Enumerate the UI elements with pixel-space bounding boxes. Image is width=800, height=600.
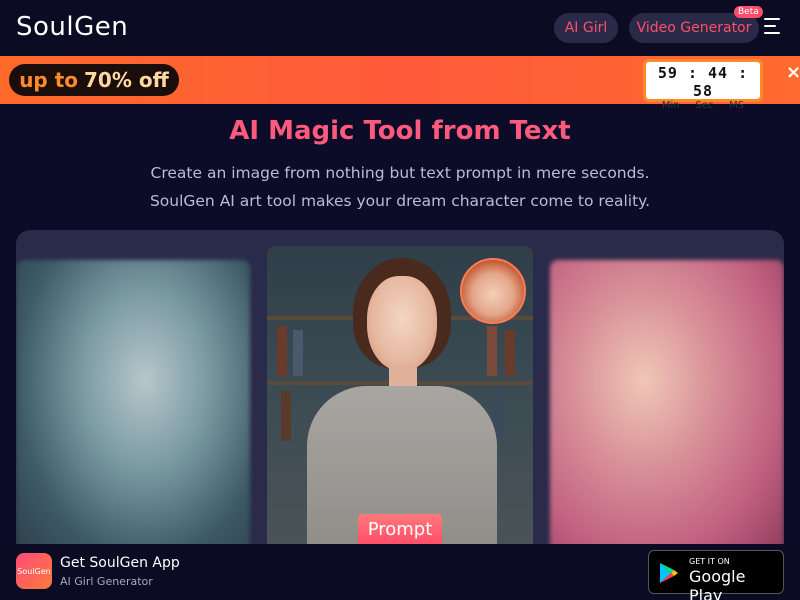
top-header: SoulGen AI Girl Video Generator Beta [0,0,800,56]
discount-percent: 70% off [84,68,169,92]
discount-prefix: up to [19,68,79,92]
gallery-image-center[interactable] [267,246,533,560]
google-play-button[interactable]: GET IT ON Google Play [648,550,784,600]
store-small-label: GET IT ON [689,557,730,566]
timer-labels: Min Sec MS [646,100,760,111]
app-title: Get SoulGen App [60,555,180,571]
google-play-icon [660,563,678,583]
soulgen-app-icon[interactable]: SoulGen [16,553,52,589]
book [487,326,497,376]
hero-subtitle-line1: Create an image from nothing but text pr… [150,164,650,182]
page: SoulGen AI Girl Video Generator Beta up … [0,0,800,600]
book [277,326,287,376]
gallery-image-left[interactable] [16,260,250,560]
gallery-image-right[interactable] [550,260,784,560]
timer-label-ms: MS [729,100,745,111]
timer-sep: : [687,64,698,82]
close-icon[interactable]: × [786,62,800,83]
book [293,330,303,376]
app-download-bar: SoulGen Get SoulGen App AI Girl Generato… [0,544,800,600]
timer-sep: : [738,64,749,82]
reference-avatar [460,258,526,324]
store-big-label: Google Play [689,567,746,600]
image-gallery: Prompt [16,230,784,560]
timer-label-sec: Sec [695,100,714,111]
discount-pill[interactable]: up to 70% off [9,64,179,96]
nav-ai-girl-button[interactable]: AI Girl [554,13,618,43]
timer-label-min: Min [661,100,680,111]
portrait-face [367,276,437,371]
timer-ms: 58 [692,82,714,100]
timer-sec: 44 [708,64,729,82]
book [281,391,291,441]
app-subtitle: AI Girl Generator [60,575,153,588]
timer-min: 59 [657,64,678,82]
prompt-button[interactable]: Prompt [358,514,442,544]
hamburger-menu-icon[interactable] [764,18,782,36]
promo-banner[interactable]: up to 70% off 59 : 44 : 58 Min Sec MS [0,56,800,111]
timer-values: 59 : 44 : 58 [646,64,760,100]
hero-subtitle-line2: SoulGen AI art tool makes your dream cha… [149,192,651,210]
countdown-timer: 59 : 44 : 58 Min Sec MS [643,59,763,111]
beta-badge: Beta [734,6,763,18]
soulgen-logo[interactable]: SoulGen [16,12,128,42]
page-title: AI Magic Tool from Text [229,116,571,146]
book [505,330,515,376]
